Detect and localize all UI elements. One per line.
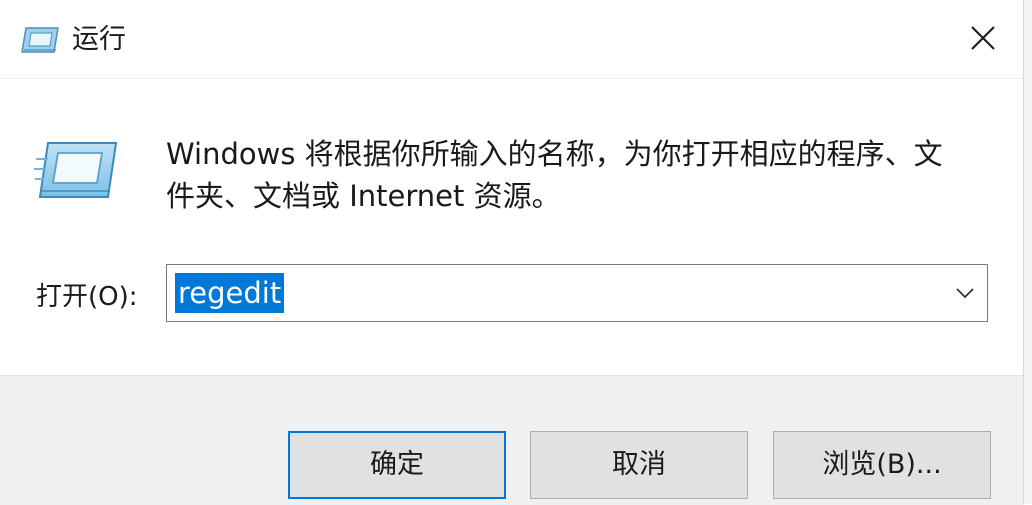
run-dialog-icon — [20, 24, 60, 56]
close-icon — [970, 25, 996, 55]
open-label: 打开(O): — [36, 282, 138, 312]
dialog-content: Windows 将根据你所输入的名称，为你打开相应的程序、文 件夹、文档或 In… — [0, 79, 1024, 375]
dialog-footer: 确定 取消 浏览(B)... — [0, 375, 1024, 505]
description-line-2: 件夹、文档或 Internet 资源。 — [166, 179, 561, 213]
run-dialog: 运行 Windows 将根据你所输入的名称，为你打开相应的程序、文 件夹、文档或… — [0, 0, 1032, 505]
browse-button[interactable]: 浏览(B)... — [773, 431, 991, 499]
open-combobox[interactable]: regedit — [166, 264, 988, 322]
chevron-down-icon[interactable] — [951, 279, 979, 307]
run-dialog-icon — [32, 137, 122, 207]
title-bar[interactable]: 运行 — [0, 0, 1024, 79]
ok-button[interactable]: 确定 — [288, 431, 506, 499]
window-right-edge — [1023, 0, 1032, 504]
open-input[interactable]: regedit — [175, 273, 285, 313]
close-button[interactable] — [958, 16, 1008, 64]
dialog-description: Windows 将根据你所输入的名称，为你打开相应的程序、文 件夹、文档或 In… — [166, 133, 986, 217]
window-title: 运行 — [72, 24, 126, 55]
cancel-button[interactable]: 取消 — [530, 431, 748, 499]
description-line-1: Windows 将根据你所输入的名称，为你打开相应的程序、文 — [166, 137, 943, 171]
